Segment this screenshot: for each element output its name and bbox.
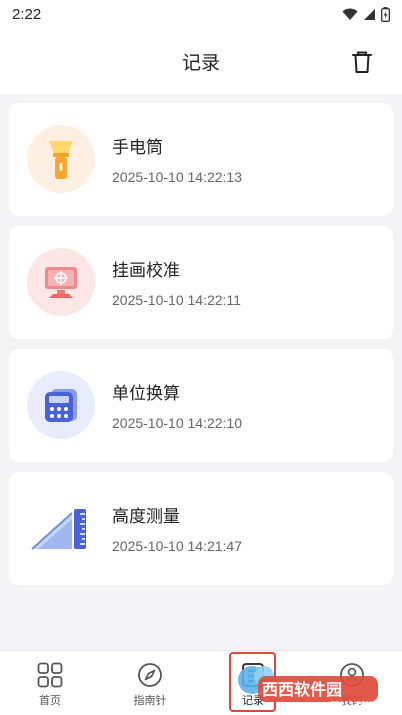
status-bar: 2:22 (0, 0, 402, 28)
signal-icon (364, 8, 375, 20)
status-time: 2:22 (12, 5, 42, 23)
tab-label: 我的 (341, 694, 363, 707)
record-time: 2025-10-10 14:22:13 (112, 169, 242, 185)
tab-compass[interactable]: 指南针 (100, 651, 200, 715)
status-icons (342, 6, 390, 22)
record-time: 2025-10-10 14:22:10 (112, 415, 242, 431)
record-text: 手电筒 2025-10-10 14:22:13 (112, 137, 242, 185)
page-title: 记录 (181, 51, 220, 74)
page-header: 记录 (0, 28, 402, 94)
record-text: 高度测量 2025-10-10 14:21:47 (112, 506, 242, 554)
record-time: 2025-10-10 14:22:11 (112, 292, 241, 308)
record-name: 挂画校准 (112, 261, 180, 281)
record-item-flashlight[interactable]: 手电筒 2025-10-10 14:22:13 (9, 103, 393, 216)
battery-icon (381, 6, 390, 22)
tab-label: 首页 (39, 694, 61, 707)
clear-records-button[interactable] (350, 50, 374, 74)
flashlight-icon (27, 125, 95, 193)
wifi-icon (342, 8, 358, 20)
bottom-tab-bar: 首页 指南针 记录 我的 (0, 650, 402, 715)
record-item-wall-frame-calibration[interactable]: 挂画校准 2025-10-10 14:22:11 (9, 226, 393, 339)
record-name: 手电筒 (112, 138, 163, 158)
tab-home[interactable]: 首页 (0, 651, 100, 715)
record-item-unit-conversion[interactable]: 单位换算 2025-10-10 14:22:10 (9, 349, 393, 462)
user-icon (340, 663, 364, 687)
height-ruler-icon (27, 494, 95, 562)
tab-mine[interactable]: 我的 (302, 651, 402, 715)
record-time: 2025-10-10 14:21:47 (112, 538, 242, 554)
record-text: 单位换算 2025-10-10 14:22:10 (112, 383, 242, 431)
wall-frame-calibration-icon (27, 248, 95, 316)
compass-icon (138, 663, 162, 687)
grid-icon (37, 662, 63, 688)
record-text: 挂画校准 2025-10-10 14:22:11 (112, 260, 241, 308)
record-name: 单位换算 (112, 384, 180, 404)
record-name: 高度测量 (112, 507, 180, 527)
record-item-height-measurement[interactable]: 高度测量 2025-10-10 14:21:47 (9, 472, 393, 585)
calculator-icon (27, 371, 95, 439)
trash-icon (352, 51, 372, 73)
active-tab-highlight (229, 652, 276, 712)
tab-label: 指南针 (133, 694, 167, 707)
